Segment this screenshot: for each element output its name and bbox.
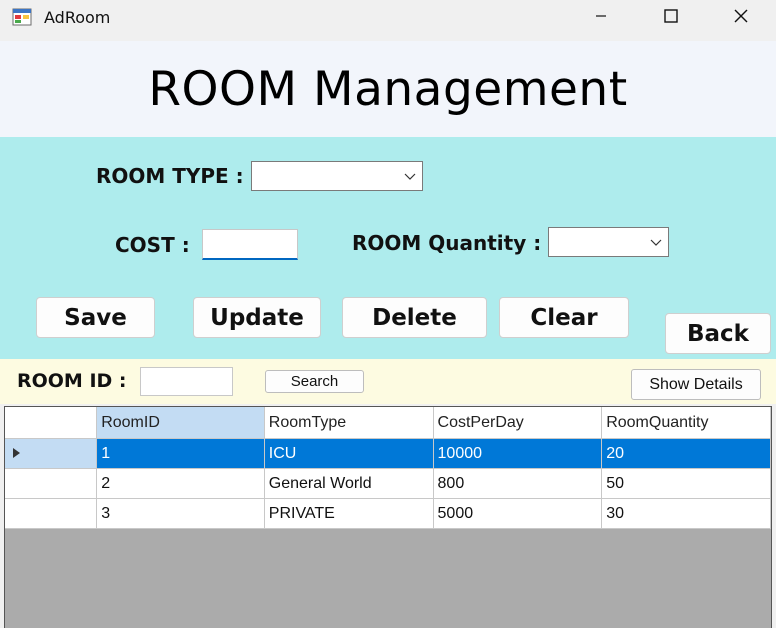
maximize-button[interactable] <box>636 0 706 36</box>
minimize-button[interactable] <box>566 0 636 36</box>
save-button[interactable]: Save <box>36 297 155 338</box>
cell-roomtype[interactable]: ICU <box>264 438 434 469</box>
room-quantity-label: ROOM Quantity : <box>352 231 542 255</box>
cell-roomtype[interactable]: General World <box>264 468 434 499</box>
close-icon <box>734 9 748 28</box>
cell-roomid[interactable]: 2 <box>96 468 265 499</box>
header-panel: ROOM Management <box>0 41 776 137</box>
delete-button[interactable]: Delete <box>342 297 487 338</box>
room-id-label: ROOM ID : <box>17 370 127 392</box>
minimize-icon <box>595 9 607 27</box>
back-button[interactable]: Back <box>665 313 771 354</box>
cell-roomid[interactable]: 3 <box>96 498 265 529</box>
cost-input[interactable] <box>202 229 298 260</box>
cost-label: COST : <box>115 233 190 257</box>
search-bar: ROOM ID : Search Show Details <box>0 359 776 404</box>
grid-header-row: RoomID RoomType CostPerDay RoomQuantity <box>5 407 771 439</box>
table-row[interactable]: 2 General World 800 50 <box>5 468 771 499</box>
chevron-down-icon <box>650 235 662 253</box>
cell-costperday[interactable]: 5000 <box>433 498 603 529</box>
cell-roomquantity[interactable]: 30 <box>601 498 771 529</box>
current-row-arrow-icon <box>5 445 96 463</box>
window-title: AdRoom <box>44 8 111 27</box>
title-bar: AdRoom <box>0 0 776 36</box>
table-row[interactable]: 1 ICU 10000 20 <box>5 438 771 469</box>
room-type-label: ROOM TYPE : <box>96 164 244 188</box>
page-title: ROOM Management <box>148 62 628 117</box>
cell-costperday[interactable]: 800 <box>433 468 603 499</box>
clear-button[interactable]: Clear <box>499 297 629 338</box>
close-button[interactable] <box>706 0 776 36</box>
column-header-costperday[interactable]: CostPerDay <box>433 407 603 439</box>
room-id-input[interactable] <box>140 367 233 396</box>
column-header-roomquantity[interactable]: RoomQuantity <box>601 407 771 439</box>
room-type-combo[interactable] <box>251 161 423 191</box>
row-header[interactable] <box>5 498 98 529</box>
maximize-icon <box>664 8 678 28</box>
table-row[interactable]: 3 PRIVATE 5000 30 <box>5 498 771 529</box>
cell-roomquantity[interactable]: 20 <box>601 438 771 469</box>
column-header-roomid[interactable]: RoomID <box>96 407 265 439</box>
grid-corner-cell[interactable] <box>5 407 98 439</box>
app-icon <box>12 8 32 26</box>
update-button[interactable]: Update <box>193 297 321 338</box>
room-data-grid[interactable]: RoomID RoomType CostPerDay RoomQuantity … <box>4 406 772 628</box>
show-details-button[interactable]: Show Details <box>631 369 761 400</box>
row-header[interactable] <box>5 468 98 499</box>
row-header[interactable] <box>5 438 98 469</box>
cell-roomid[interactable]: 1 <box>96 438 265 469</box>
column-header-roomtype[interactable]: RoomType <box>264 407 434 439</box>
search-button[interactable]: Search <box>265 370 364 393</box>
chevron-down-icon <box>404 169 416 187</box>
form-panel: ROOM TYPE : COST : ROOM Quantity : Save … <box>0 137 776 359</box>
room-quantity-combo[interactable] <box>548 227 669 257</box>
cell-roomquantity[interactable]: 50 <box>601 468 771 499</box>
cell-costperday[interactable]: 10000 <box>433 438 603 469</box>
cell-roomtype[interactable]: PRIVATE <box>264 498 434 529</box>
